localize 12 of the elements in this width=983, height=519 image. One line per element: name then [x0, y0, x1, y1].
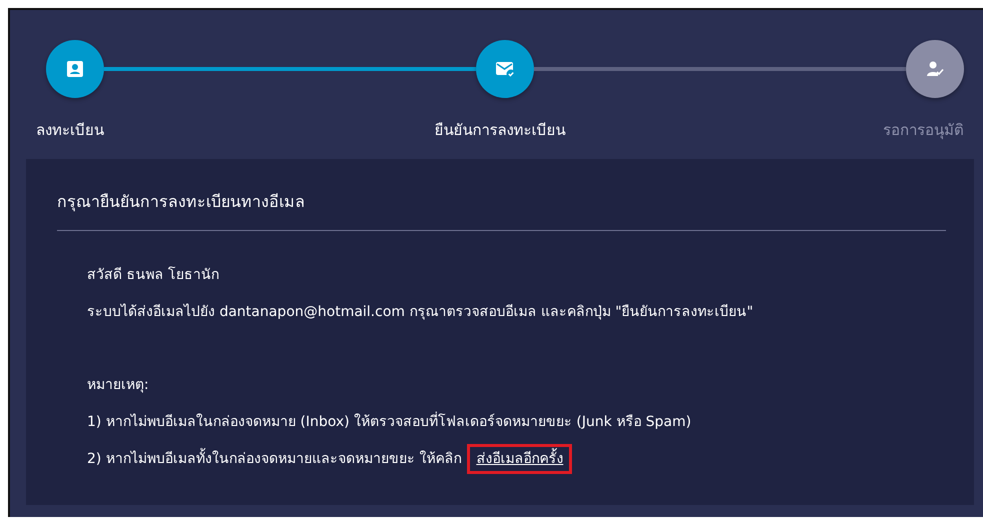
- step-label: รอการอนุมัติ: [883, 120, 964, 142]
- greeting-text: สวัสดี ธนพล โยธานัก: [87, 266, 220, 285]
- resend-email-link[interactable]: ส่งอีเมลอีกครั้ง: [467, 444, 572, 474]
- note-title: หมายเหตุ:: [87, 376, 150, 395]
- mail-check-icon: [495, 59, 515, 79]
- step-label: ลงทะเบียน: [36, 120, 104, 141]
- message-text: ระบบได้ส่งอีเมลไปยัง dantanapon@hotmail.com กรุณาตรวจสอบอีเมล และคลิกปุ่ม "ยืนยันการลงทะเบียน": [87, 302, 754, 322]
- card-title: กรุณายืนยันการลงทะเบียนทางอีเมล: [56, 191, 306, 214]
- step-label: ยืนยันการลงทะเบียน: [434, 120, 566, 141]
- note-text: 1) หากไม่พบอีเมลในกล่องจดหมาย (Inbox) ให้ตรวจสอบที่โฟลเดอร์จดหมายขยะ (Junk หรือ Spam): [87, 410, 974, 432]
- user-check-icon: [925, 59, 945, 79]
- contact-icon: [65, 59, 85, 79]
